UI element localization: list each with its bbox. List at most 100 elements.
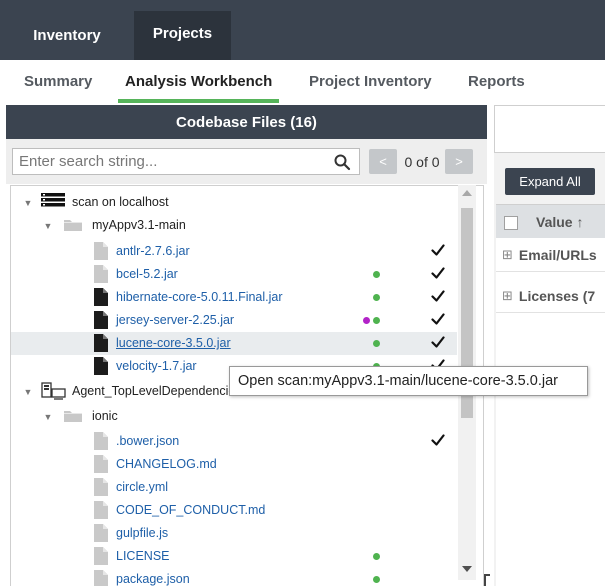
expand-plus-icon[interactable]: ⊞ [502, 288, 513, 304]
file-icon [94, 478, 108, 496]
expand-plus-icon[interactable]: ⊞ [502, 247, 513, 263]
tree-row[interactable]: CHANGELOG.md [11, 453, 457, 476]
green-status-dot [373, 271, 380, 278]
group-label: Licenses (7 [518, 287, 596, 304]
codebase-files-title: Codebase Files (16) [176, 113, 317, 131]
codebase-files-header: Codebase Files (16) [6, 105, 487, 139]
magenta-status-dot [363, 317, 370, 324]
group-email-urls[interactable]: ⊞ Email/URLs [496, 238, 605, 272]
green-status-dot [373, 294, 380, 301]
tree-item-label[interactable]: lucene-core-3.5.0.jar [116, 336, 231, 350]
tree-row[interactable]: package.json [11, 568, 457, 586]
tree-item-label[interactable]: .bower.json [116, 434, 179, 448]
tree-row[interactable]: antlr-2.7.6.jar [11, 240, 457, 263]
file-icon [94, 265, 108, 283]
tree-row[interactable]: circle.yml [11, 476, 457, 499]
checkmark-icon [431, 243, 445, 257]
tree-item-label[interactable]: hibernate-core-5.0.11.Final.jar [116, 290, 283, 304]
tree-item-label[interactable]: LICENSE [116, 549, 170, 563]
checkmark-icon [431, 312, 445, 326]
checkmark-icon [431, 335, 445, 349]
file-icon [94, 455, 108, 473]
select-all-checkbox[interactable] [504, 216, 518, 230]
tree-row[interactable]: bcel-5.2.jar [11, 263, 457, 286]
tree-row[interactable]: lucene-core-3.5.0.jar [11, 332, 457, 355]
tree-item-label[interactable]: bcel-5.2.jar [116, 267, 178, 281]
subtab-analysis-workbench[interactable]: Analysis Workbench [118, 60, 280, 103]
tree-row[interactable]: .bower.json [11, 430, 457, 453]
top-strip [0, 0, 605, 11]
expand-arrow-icon[interactable]: ▼ [43, 221, 53, 231]
tree-item-label: myAppv3.1-main [92, 218, 186, 232]
tree-item-label[interactable]: gulpfile.js [116, 526, 168, 540]
folder-icon [64, 219, 82, 231]
checkmark-icon [431, 433, 445, 447]
green-status-dot [373, 340, 380, 347]
expand-arrow-icon[interactable]: ▼ [43, 412, 53, 422]
tree-row[interactable]: ▼ myAppv3.1-main [11, 214, 457, 237]
tree-row[interactable]: CODE_OF_CONDUCT.md [11, 499, 457, 522]
sub-tab-bar: Summary Analysis Workbench Project Inven… [0, 60, 605, 103]
search-input[interactable] [13, 153, 323, 170]
agent-icon [41, 382, 67, 400]
expand-all-button[interactable]: Expand All [505, 168, 595, 195]
tree-row[interactable]: jersey-server-2.25.jar [11, 309, 457, 332]
file-icon [94, 242, 108, 260]
expand-arrow-icon[interactable]: ▼ [23, 198, 33, 208]
checkmark-icon [431, 266, 445, 280]
green-status-dot [373, 317, 380, 324]
tree-item-label[interactable]: CHANGELOG.md [116, 457, 217, 471]
scroll-down-arrow[interactable] [462, 566, 472, 572]
search-icon[interactable] [333, 153, 351, 171]
tree-item-label: Agent_TopLevelDependencies [72, 384, 242, 398]
server-icon [41, 193, 65, 207]
file-icon [94, 547, 108, 565]
file-icon [94, 432, 108, 450]
tree-item-label[interactable]: package.json [116, 572, 190, 586]
checkmark-icon [431, 289, 445, 303]
folder-icon [64, 410, 82, 422]
subtab-reports[interactable]: Reports [468, 60, 525, 103]
search-toolbar: < 0 of 0 > [6, 139, 487, 184]
file-icon [94, 570, 108, 586]
tree-row[interactable]: hibernate-core-5.0.11.Final.jar [11, 286, 457, 309]
jar-file-icon [94, 311, 108, 329]
tree-item-label[interactable]: velocity-1.7.jar [116, 359, 197, 373]
file-tooltip: Open scan:myAppv3.1-main/lucene-core-3.5… [229, 366, 588, 396]
previous-match-button[interactable]: < [369, 149, 397, 174]
tree-item-label[interactable]: circle.yml [116, 480, 168, 494]
tree-item-label: scan on localhost [72, 195, 169, 209]
value-column-header[interactable]: Value ↑ [536, 214, 583, 230]
tree-item-label[interactable]: antlr-2.7.6.jar [116, 244, 190, 258]
top-nav-bar: Inventory Projects [0, 0, 605, 60]
scroll-up-arrow[interactable] [462, 190, 472, 196]
group-licenses[interactable]: ⊞ Licenses (7 [496, 279, 605, 313]
tree-item-label[interactable]: CODE_OF_CONDUCT.md [116, 503, 265, 517]
tree-item-label: ionic [92, 409, 118, 423]
tree-row[interactable]: LICENSE [11, 545, 457, 568]
resize-corner [484, 574, 490, 586]
panel-splitter[interactable] [487, 105, 494, 586]
subtab-project-inventory[interactable]: Project Inventory [309, 60, 432, 103]
expand-arrow-icon[interactable]: ▼ [23, 387, 33, 397]
search-box [12, 148, 360, 175]
tab-projects[interactable]: Projects [134, 11, 231, 60]
green-status-dot [373, 553, 380, 560]
next-match-button[interactable]: > [445, 149, 473, 174]
jar-file-icon [94, 357, 108, 375]
tree-row[interactable]: ▼ scan on localhost [11, 191, 457, 214]
subtab-summary[interactable]: Summary [24, 60, 92, 103]
match-count: 0 of 0 [404, 153, 440, 170]
right-panel-top [494, 105, 605, 153]
jar-file-icon [94, 334, 108, 352]
tree-item-label[interactable]: jersey-server-2.25.jar [116, 313, 234, 327]
group-label: Email/URLs [518, 246, 597, 263]
file-icon [94, 524, 108, 542]
results-grid-header: Value ↑ [496, 204, 605, 238]
tree-row[interactable]: ▼ ionic [11, 405, 457, 428]
tree-row[interactable]: gulpfile.js [11, 522, 457, 545]
results-grid-body: ⊞ Email/URLs ⊞ Licenses (7 [496, 238, 605, 586]
tab-inventory[interactable]: Inventory [0, 11, 134, 60]
jar-file-icon [94, 288, 108, 306]
file-icon [94, 501, 108, 519]
